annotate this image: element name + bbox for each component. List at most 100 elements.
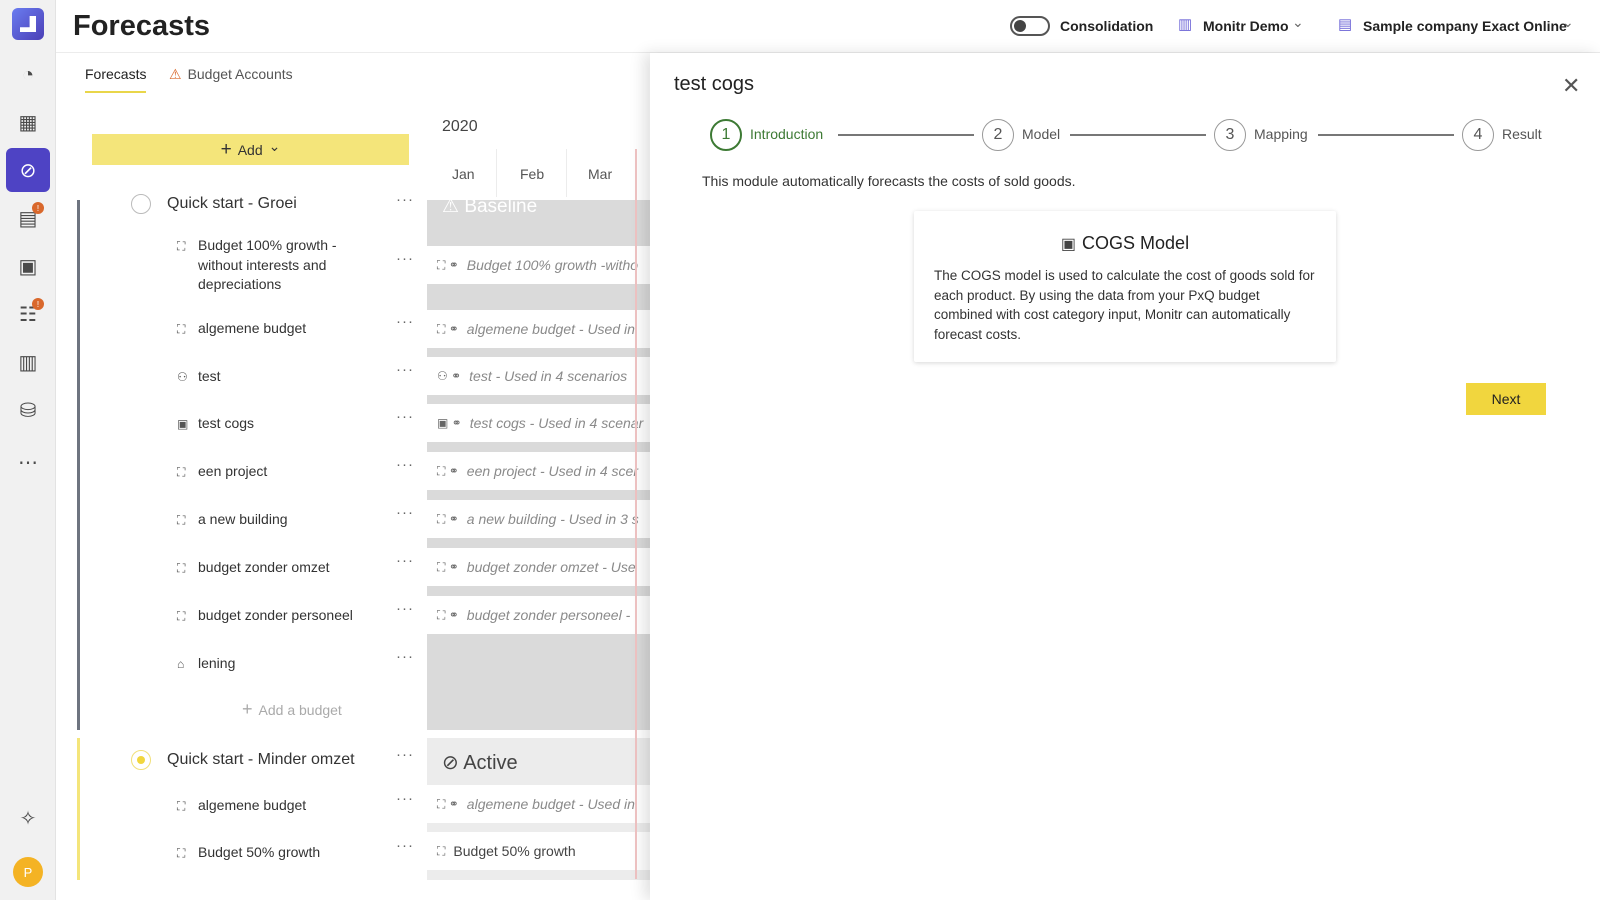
- more-options-icon[interactable]: ···: [396, 790, 414, 807]
- list-item[interactable]: ▣ test cogs: [177, 414, 357, 434]
- timeline-bar[interactable]: ⛶ ⚭ algemene budget - Used in: [427, 310, 650, 348]
- list-item[interactable]: ⛶ algemene budget: [177, 319, 357, 339]
- warning-badge-icon: !: [32, 202, 44, 214]
- top-bar: Forecasts Consolidation ▥ Monitr Demo ⌄ …: [56, 0, 1600, 53]
- scenario-radio[interactable]: [131, 750, 151, 770]
- scenario-indicator: [77, 200, 80, 730]
- scenario-indicator: [77, 738, 80, 880]
- link-icon: ⛶ ⚭: [437, 257, 459, 272]
- baseline-label: ⚠ Baseline: [442, 196, 538, 217]
- warning-badge-icon: !: [32, 298, 44, 310]
- more-options-icon[interactable]: ···: [396, 600, 414, 617]
- add-budget-button[interactable]: + Add a budget: [242, 699, 342, 720]
- timeline-bar[interactable]: ⛶ ⚭ a new building - Used in 3 s: [427, 500, 650, 538]
- building-icon[interactable]: ▥: [8, 342, 48, 382]
- more-options-icon[interactable]: ···: [396, 504, 414, 521]
- next-button[interactable]: Next: [1466, 383, 1546, 415]
- more-options-icon[interactable]: ···: [396, 408, 414, 425]
- timeline-bar[interactable]: ⛶ ⚭ een project - Used in 4 scer: [427, 452, 650, 490]
- today-marker: [635, 149, 637, 879]
- step-4-label[interactable]: Result: [1502, 126, 1542, 142]
- plus-icon: +: [220, 138, 232, 160]
- people-icon: ⚇: [177, 370, 188, 384]
- timeline-bar[interactable]: ⚇ ⚭ test - Used in 4 scenarios: [427, 357, 650, 395]
- list-item[interactable]: ⚇ test: [177, 367, 357, 387]
- cogs-model-card: ▣ COGS Model The COGS model is used to ca…: [914, 211, 1336, 362]
- dashboard-icon[interactable]: ◔: [8, 55, 48, 95]
- consolidation-toggle[interactable]: [1010, 16, 1050, 36]
- more-options-icon[interactable]: ···: [396, 456, 414, 473]
- step-2-circle[interactable]: 2: [982, 119, 1014, 151]
- timeline-bar[interactable]: ⛶ ⚭ budget zonder personeel -: [427, 596, 650, 634]
- building-icon: ▥: [1178, 16, 1193, 33]
- budget-icon: ⛶: [177, 239, 186, 253]
- more-icon[interactable]: ⋯: [8, 442, 48, 482]
- money-icon: ▣: [177, 417, 189, 431]
- more-options-icon[interactable]: ···: [396, 250, 414, 267]
- more-options-icon[interactable]: ···: [396, 552, 414, 569]
- tab-forecasts[interactable]: Forecasts: [85, 66, 147, 93]
- document-add-icon[interactable]: ▣: [8, 246, 48, 286]
- month-label: Feb: [520, 166, 545, 182]
- database-icon[interactable]: ⛁: [8, 390, 48, 430]
- list-item[interactable]: ⛶ een project: [177, 462, 357, 482]
- list-item[interactable]: ⌂ lening: [177, 654, 357, 674]
- chevron-down-icon: ⌄: [1562, 14, 1574, 30]
- step-2-label[interactable]: Model: [1022, 126, 1060, 142]
- forecasts-nav-icon[interactable]: ⊘: [6, 148, 50, 192]
- timeline-bar[interactable]: ⛶ ⚭ Budget 100% growth -witho: [427, 246, 650, 284]
- app-logo-icon[interactable]: [12, 8, 44, 40]
- scenario-name[interactable]: Quick start - Minder omzet: [167, 751, 355, 769]
- more-options-icon[interactable]: ···: [396, 648, 414, 665]
- step-4-circle[interactable]: 4: [1462, 119, 1494, 151]
- consolidation-label: Consolidation: [1060, 18, 1154, 34]
- tab-budget-accounts[interactable]: ⚠ Budget Accounts: [169, 66, 293, 92]
- list-item[interactable]: ⛶ Budget 50% growth: [177, 843, 357, 863]
- budget-icon: ⛶: [177, 846, 186, 860]
- month-label: Mar: [588, 166, 613, 182]
- step-connector: [1318, 134, 1454, 136]
- company-selector[interactable]: Sample company Exact Online: [1363, 18, 1567, 34]
- scenario-radio[interactable]: [131, 194, 151, 214]
- list-item[interactable]: ⛶ a new building: [177, 510, 357, 530]
- link-icon: ⛶ ⚭: [437, 607, 459, 622]
- money-icon: ▣: [1060, 236, 1077, 253]
- link-icon: ⛶ ⚭: [437, 321, 459, 336]
- table-edit-icon[interactable]: ▤!: [8, 198, 48, 238]
- timeline-bar[interactable]: ⛶ ⚭ algemene budget - Used in: [427, 785, 650, 823]
- more-options-icon[interactable]: ···: [396, 746, 414, 763]
- add-label: Add: [237, 141, 263, 158]
- more-options-icon[interactable]: ···: [396, 361, 414, 378]
- timeline-bar[interactable]: ⛶ Budget 50% growth: [427, 832, 650, 870]
- budget-icon: ⛶: [177, 799, 186, 813]
- chat-sparkle-icon[interactable]: ✧: [8, 798, 48, 838]
- list-item[interactable]: ⛶ algemene budget: [177, 796, 357, 816]
- page-title: Forecasts: [73, 10, 211, 42]
- step-3-circle[interactable]: 3: [1214, 119, 1246, 151]
- scenario-name[interactable]: Quick start - Groei: [167, 195, 297, 213]
- more-options-icon[interactable]: ···: [396, 191, 414, 208]
- list-item[interactable]: ⛶ budget zonder omzet: [177, 558, 357, 578]
- list-item[interactable]: ⛶ Budget 100% growth - without interests …: [177, 236, 357, 295]
- more-options-icon[interactable]: ···: [396, 837, 414, 854]
- grid-icon[interactable]: ▦: [8, 102, 48, 142]
- card-title: ▣ COGS Model: [1060, 233, 1190, 253]
- step-3-label[interactable]: Mapping: [1254, 126, 1308, 142]
- step-1-circle[interactable]: 1: [710, 119, 742, 151]
- clock-icon: ⊘: [442, 752, 464, 774]
- timeline-bar[interactable]: ▣ ⚭ test cogs - Used in 4 scenar: [427, 404, 650, 442]
- step-1-label[interactable]: Introduction: [750, 126, 823, 142]
- workspace-selector[interactable]: Monitr Demo: [1203, 18, 1289, 34]
- panel-title: test cogs: [674, 73, 755, 95]
- more-options-icon[interactable]: ···: [396, 313, 414, 330]
- avatar[interactable]: P: [13, 857, 43, 887]
- timeline-bar[interactable]: ⛶ ⚭ budget zonder omzet - Use: [427, 548, 650, 586]
- budget-icon: ⛶: [177, 465, 186, 479]
- warning-icon: ⚠: [442, 196, 465, 217]
- budget-icon: ⛶: [177, 609, 186, 623]
- checklist-icon[interactable]: ☷!: [8, 294, 48, 334]
- add-button[interactable]: + Add ⌄: [92, 134, 409, 165]
- close-icon[interactable]: ✕: [1562, 73, 1580, 99]
- link-icon: ⛶ ⚭: [437, 463, 459, 478]
- list-item[interactable]: ⛶ budget zonder personeel: [177, 606, 357, 626]
